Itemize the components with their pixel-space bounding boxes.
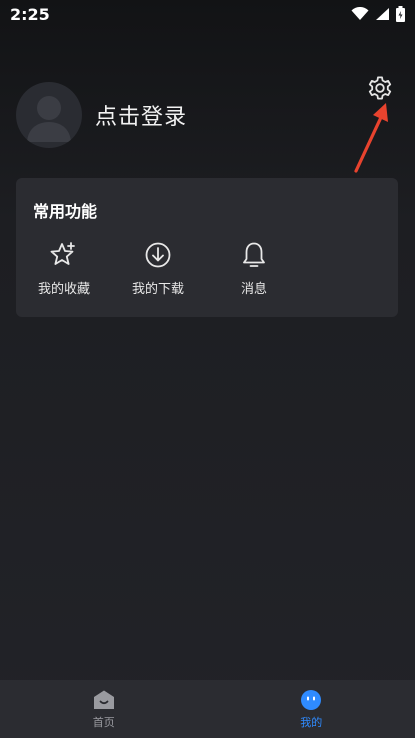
status-time: 2:25: [10, 4, 50, 24]
messages-item[interactable]: 消息: [219, 240, 289, 300]
downloads-label: 我的下载: [131, 282, 184, 297]
signal-icon: [376, 8, 389, 20]
card-title: 常用功能: [33, 202, 98, 221]
downloads-item[interactable]: 我的下载: [123, 240, 193, 300]
status-icons: [351, 6, 405, 22]
profile-face-icon: [301, 690, 322, 710]
nav-label-home: 首页: [92, 716, 115, 729]
nav-label-mine: 我的: [300, 716, 323, 729]
home-icon: [93, 690, 114, 709]
default-avatar-icon: [27, 96, 71, 142]
bottom-nav: 首页 我的: [0, 680, 415, 738]
annotation-arrow: [354, 103, 388, 173]
favorites-label: 我的收藏: [37, 282, 90, 297]
nav-item-home[interactable]: 首页: [0, 680, 208, 738]
messages-label: 消息: [240, 282, 267, 297]
nav-item-mine[interactable]: 我的: [208, 680, 415, 738]
bell-icon: [243, 242, 265, 267]
download-icon: [145, 242, 171, 268]
login-prompt[interactable]: 点击登录: [95, 99, 187, 131]
common-functions-card: 常用功能 我的收藏 我的下载 消息: [16, 178, 398, 317]
star-icon: [50, 242, 75, 265]
status-bar: 2:25: [0, 0, 415, 28]
favorites-item[interactable]: 我的收藏: [29, 240, 99, 300]
avatar[interactable]: [16, 82, 82, 148]
battery-icon: [396, 6, 405, 22]
wifi-icon: [351, 7, 369, 20]
login-area[interactable]: 点击登录: [16, 82, 187, 148]
